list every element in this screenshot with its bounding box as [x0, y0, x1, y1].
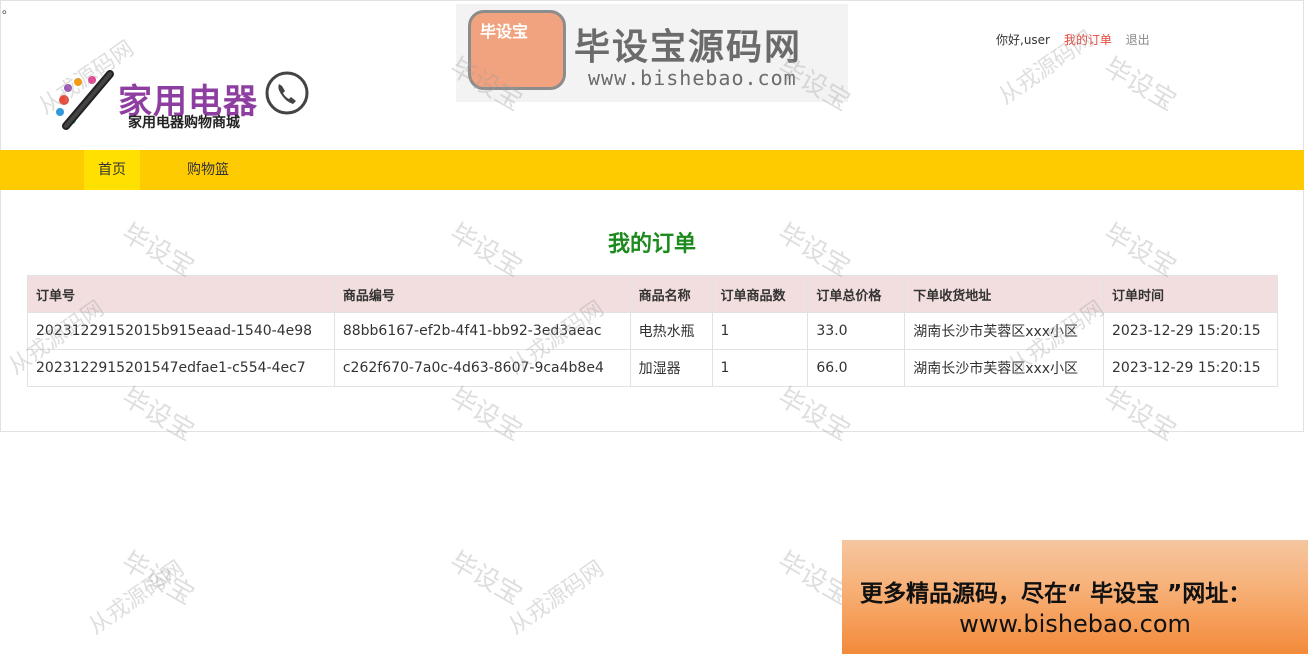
total-price-cell: 66.0	[807, 349, 906, 387]
address-cell: 湖南长沙市芙蓉区xxx小区	[904, 349, 1105, 387]
product-name-cell: 加湿器	[629, 349, 713, 387]
main-nav: 首页 购物篮	[0, 150, 1304, 190]
promo-banner[interactable]: 更多精品源码，尽在“ 毕设宝 ”网址： www.bishebao.com	[842, 540, 1308, 654]
product-id-cell: 88bb6167-ef2b-4f41-bb92-3ed3aeac	[333, 312, 631, 350]
watermark: 毕设宝	[116, 546, 200, 612]
column-header: 下单收货地址	[904, 275, 1105, 313]
quantity-cell: 1	[711, 349, 809, 387]
watermark: 从戎源码网	[504, 556, 609, 640]
column-header: 订单商品数	[711, 275, 809, 313]
quantity-cell: 1	[711, 312, 809, 350]
page: 。 家用电器 家用电器购物商城 毕设宝 毕设宝源码网 www.bishebao.…	[0, 0, 1308, 654]
nav-home[interactable]: 首页	[84, 150, 140, 190]
order-time-cell: 2023-12-29 15:20:15	[1103, 349, 1278, 387]
user-links: 你好,user 我的订单 退出	[996, 31, 1160, 48]
order-id-cell: 2023122915201547edfae1-c554-4ec7	[27, 349, 335, 387]
page-title: 我的订单	[607, 232, 696, 257]
nav-cart[interactable]: 购物篮	[178, 150, 238, 190]
brand-name: 毕设宝源码网	[574, 27, 803, 68]
table-header-row: 订单号 商品编号 商品名称 订单商品数 订单总价格 下单收货地址 订单时间	[27, 275, 1278, 313]
my-orders-link[interactable]: 我的订单	[1064, 33, 1112, 47]
address-cell: 湖南长沙市芙蓉区xxx小区	[904, 312, 1105, 350]
brand-badge-text: 毕设宝	[480, 22, 529, 41]
order-time-cell: 2023-12-29 15:20:15	[1103, 312, 1278, 350]
product-id-cell: c262f670-7a0c-4d63-8607-9ca4b8e4	[333, 349, 631, 387]
order-id-cell: 20231229152015b915eaad-1540-4e98	[27, 312, 335, 350]
column-header: 订单时间	[1103, 275, 1278, 313]
promo-url: www.bishebao.com	[959, 610, 1191, 638]
logo-subtitle: 家用电器购物商城	[128, 115, 240, 131]
watermark: 从戎源码网	[84, 556, 189, 640]
watermark: 毕设宝	[444, 546, 528, 612]
table-row: 20231229152015b915eaad-1540-4e98 88bb616…	[27, 312, 1278, 350]
total-price-cell: 33.0	[807, 312, 906, 350]
phone-icon	[265, 71, 309, 115]
logout-link[interactable]: 退出	[1126, 33, 1150, 47]
greeting-text: 你好,user	[996, 33, 1050, 47]
table-row: 2023122915201547edfae1-c554-4ec7 c262f67…	[27, 349, 1278, 387]
column-header: 订单号	[27, 275, 335, 313]
product-name-cell: 电热水瓶	[629, 312, 713, 350]
column-header: 商品名称	[629, 275, 713, 313]
brand-url: www.bishebao.com	[588, 66, 797, 90]
column-header: 商品编号	[333, 275, 631, 313]
column-header: 订单总价格	[807, 275, 906, 313]
promo-text: 更多精品源码，尽在“ 毕设宝 ”网址：	[860, 581, 1252, 607]
orders-table: 订单号 商品编号 商品名称 订单商品数 订单总价格 下单收货地址 订单时间 20…	[27, 275, 1278, 387]
